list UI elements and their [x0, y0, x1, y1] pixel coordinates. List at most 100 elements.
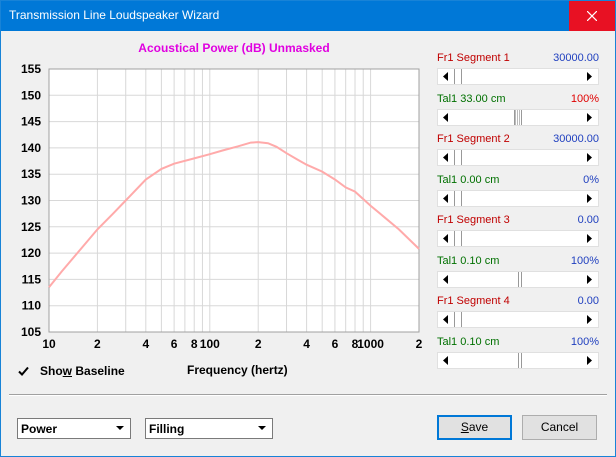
segment-2-tal-header: Tal1 0.00 cm 0%: [437, 174, 599, 188]
segment-label: Fr1 Segment 3: [437, 214, 510, 226]
segment-value: 0.00: [577, 295, 599, 307]
show-baseline-label: Show Baseline: [40, 364, 125, 378]
tal-label: Tal1 0.00 cm: [437, 174, 500, 186]
x-tick-label: 2: [255, 337, 262, 351]
y-tick-label: 150: [21, 88, 41, 102]
y-tick-label: 110: [22, 299, 42, 313]
y-tick-label: 145: [21, 115, 41, 129]
y-tick-label: 120: [21, 246, 41, 260]
tal-label: Tal1 0.10 cm: [437, 336, 500, 348]
slider-thumb[interactable]: [518, 272, 522, 287]
wizard-window: Transmission Line Loudspeaker Wizard 155…: [0, 0, 616, 457]
x-tick-label: 6: [171, 337, 178, 351]
x-tick-label: 2: [94, 337, 101, 351]
x-axis-title: Frequency (hertz): [187, 363, 288, 377]
x-tick-label: 6: [332, 337, 339, 351]
slider-thumb[interactable]: [454, 150, 462, 165]
close-icon: [587, 11, 597, 21]
segment-value: 30000.00: [553, 52, 599, 64]
scroll-left-icon[interactable]: [438, 272, 454, 287]
slider-thumb[interactable]: [454, 312, 462, 327]
tal-label: Tal1 0.10 cm: [437, 255, 500, 267]
y-tick-label: 125: [21, 220, 41, 234]
segment-label: Fr1 Segment 4: [437, 295, 510, 307]
scroll-right-icon[interactable]: [582, 150, 598, 165]
scroll-right-icon[interactable]: [582, 69, 598, 84]
segment-4-tal-header: Tal1 0.10 cm 100%: [437, 336, 599, 350]
segment-4-slider[interactable]: [437, 311, 599, 328]
chevron-down-icon: [254, 420, 271, 437]
segment-1-tal-slider[interactable]: [437, 109, 599, 126]
segment-3-header: Fr1 Segment 3 0.00: [437, 214, 599, 228]
x-tick-label: 100: [200, 337, 220, 351]
scroll-right-icon[interactable]: [582, 191, 598, 206]
checkbox-box[interactable]: [17, 365, 30, 378]
mode-dropdown-value: Power: [21, 422, 58, 436]
segment-3-tal-slider[interactable]: [437, 271, 599, 288]
y-tick-label: 140: [21, 141, 41, 155]
segment-label: Fr1 Segment 2: [437, 133, 510, 145]
chevron-down-icon: [112, 420, 129, 437]
separator: [9, 394, 607, 396]
checkmark-icon: [18, 366, 29, 376]
client-area: 155 150 145 140 135 130 125 120 115 110 105 10 2 4 6 8 1…: [1, 31, 615, 456]
segment-1-tal-header: Tal1 33.00 cm 100%: [437, 93, 599, 107]
filling-dropdown-value: Filling: [149, 422, 185, 436]
scroll-right-icon[interactable]: [582, 272, 598, 287]
chart-title: Acoustical Power (dB) Unmasked: [138, 41, 329, 55]
segment-2-header: Fr1 Segment 2 30000.00: [437, 133, 599, 147]
segment-2-tal-slider[interactable]: [437, 190, 599, 207]
show-baseline-checkbox[interactable]: Show Baseline: [17, 363, 125, 379]
scroll-left-icon[interactable]: [438, 353, 454, 368]
tal-percent: 0%: [583, 174, 599, 186]
segment-1-slider[interactable]: [437, 68, 599, 85]
title-bar: Transmission Line Loudspeaker Wizard: [1, 1, 615, 31]
segment-3-slider[interactable]: [437, 230, 599, 247]
cancel-button[interactable]: Cancel: [522, 415, 597, 440]
segment-value: 30000.00: [553, 133, 599, 145]
scroll-left-icon[interactable]: [438, 110, 454, 125]
x-tick-label: 1000: [357, 337, 384, 351]
scroll-left-icon[interactable]: [438, 312, 454, 327]
tal-percent: 100%: [570, 93, 599, 105]
segment-4-tal-slider[interactable]: [437, 352, 599, 369]
slider-thumb[interactable]: [518, 353, 522, 368]
segment-4-header: Fr1 Segment 4 0.00: [437, 295, 599, 309]
filling-dropdown[interactable]: Filling: [145, 418, 273, 439]
y-tick-label: 130: [21, 194, 41, 208]
window-title: Transmission Line Loudspeaker Wizard: [9, 8, 220, 22]
scroll-right-icon[interactable]: [582, 231, 598, 246]
x-tick-label: 4: [142, 337, 149, 351]
scroll-right-icon[interactable]: [582, 110, 598, 125]
slider-thumb[interactable]: [514, 110, 522, 125]
y-tick-label: 155: [21, 62, 41, 76]
x-tick-label: 10: [42, 337, 56, 351]
y-tick-label: 115: [22, 272, 42, 286]
save-button[interactable]: Save: [437, 415, 512, 440]
segment-3-tal-header: Tal1 0.10 cm 100%: [437, 255, 599, 269]
scroll-left-icon[interactable]: [438, 231, 454, 246]
slider-thumb[interactable]: [454, 191, 462, 206]
segment-label: Fr1 Segment 1: [437, 52, 510, 64]
scroll-right-icon[interactable]: [582, 312, 598, 327]
scroll-left-icon[interactable]: [438, 69, 454, 84]
scroll-right-icon[interactable]: [582, 353, 598, 368]
mode-dropdown[interactable]: Power: [17, 418, 131, 439]
close-button[interactable]: [569, 1, 615, 31]
tal-label: Tal1 33.00 cm: [437, 93, 506, 105]
slider-thumb[interactable]: [454, 231, 462, 246]
scroll-left-icon[interactable]: [438, 191, 454, 206]
x-tick-label: 8: [191, 337, 198, 351]
power-chart: 15515014514013513012512011511010510 2 4 6 8 1…: [21, 41, 423, 351]
tal-percent: 100%: [570, 336, 599, 348]
x-tick-label: 4: [303, 337, 310, 351]
segment-2-slider[interactable]: [437, 149, 599, 166]
y-tick-label: 135: [21, 167, 41, 181]
segment-value: 0.00: [577, 214, 599, 226]
x-tick-label: 2: [416, 337, 423, 351]
y-tick-label: 105: [21, 325, 41, 339]
slider-thumb[interactable]: [454, 69, 462, 84]
scroll-left-icon[interactable]: [438, 150, 454, 165]
tal-percent: 100%: [570, 255, 599, 267]
segment-1-header: Fr1 Segment 1 30000.00: [437, 52, 599, 66]
